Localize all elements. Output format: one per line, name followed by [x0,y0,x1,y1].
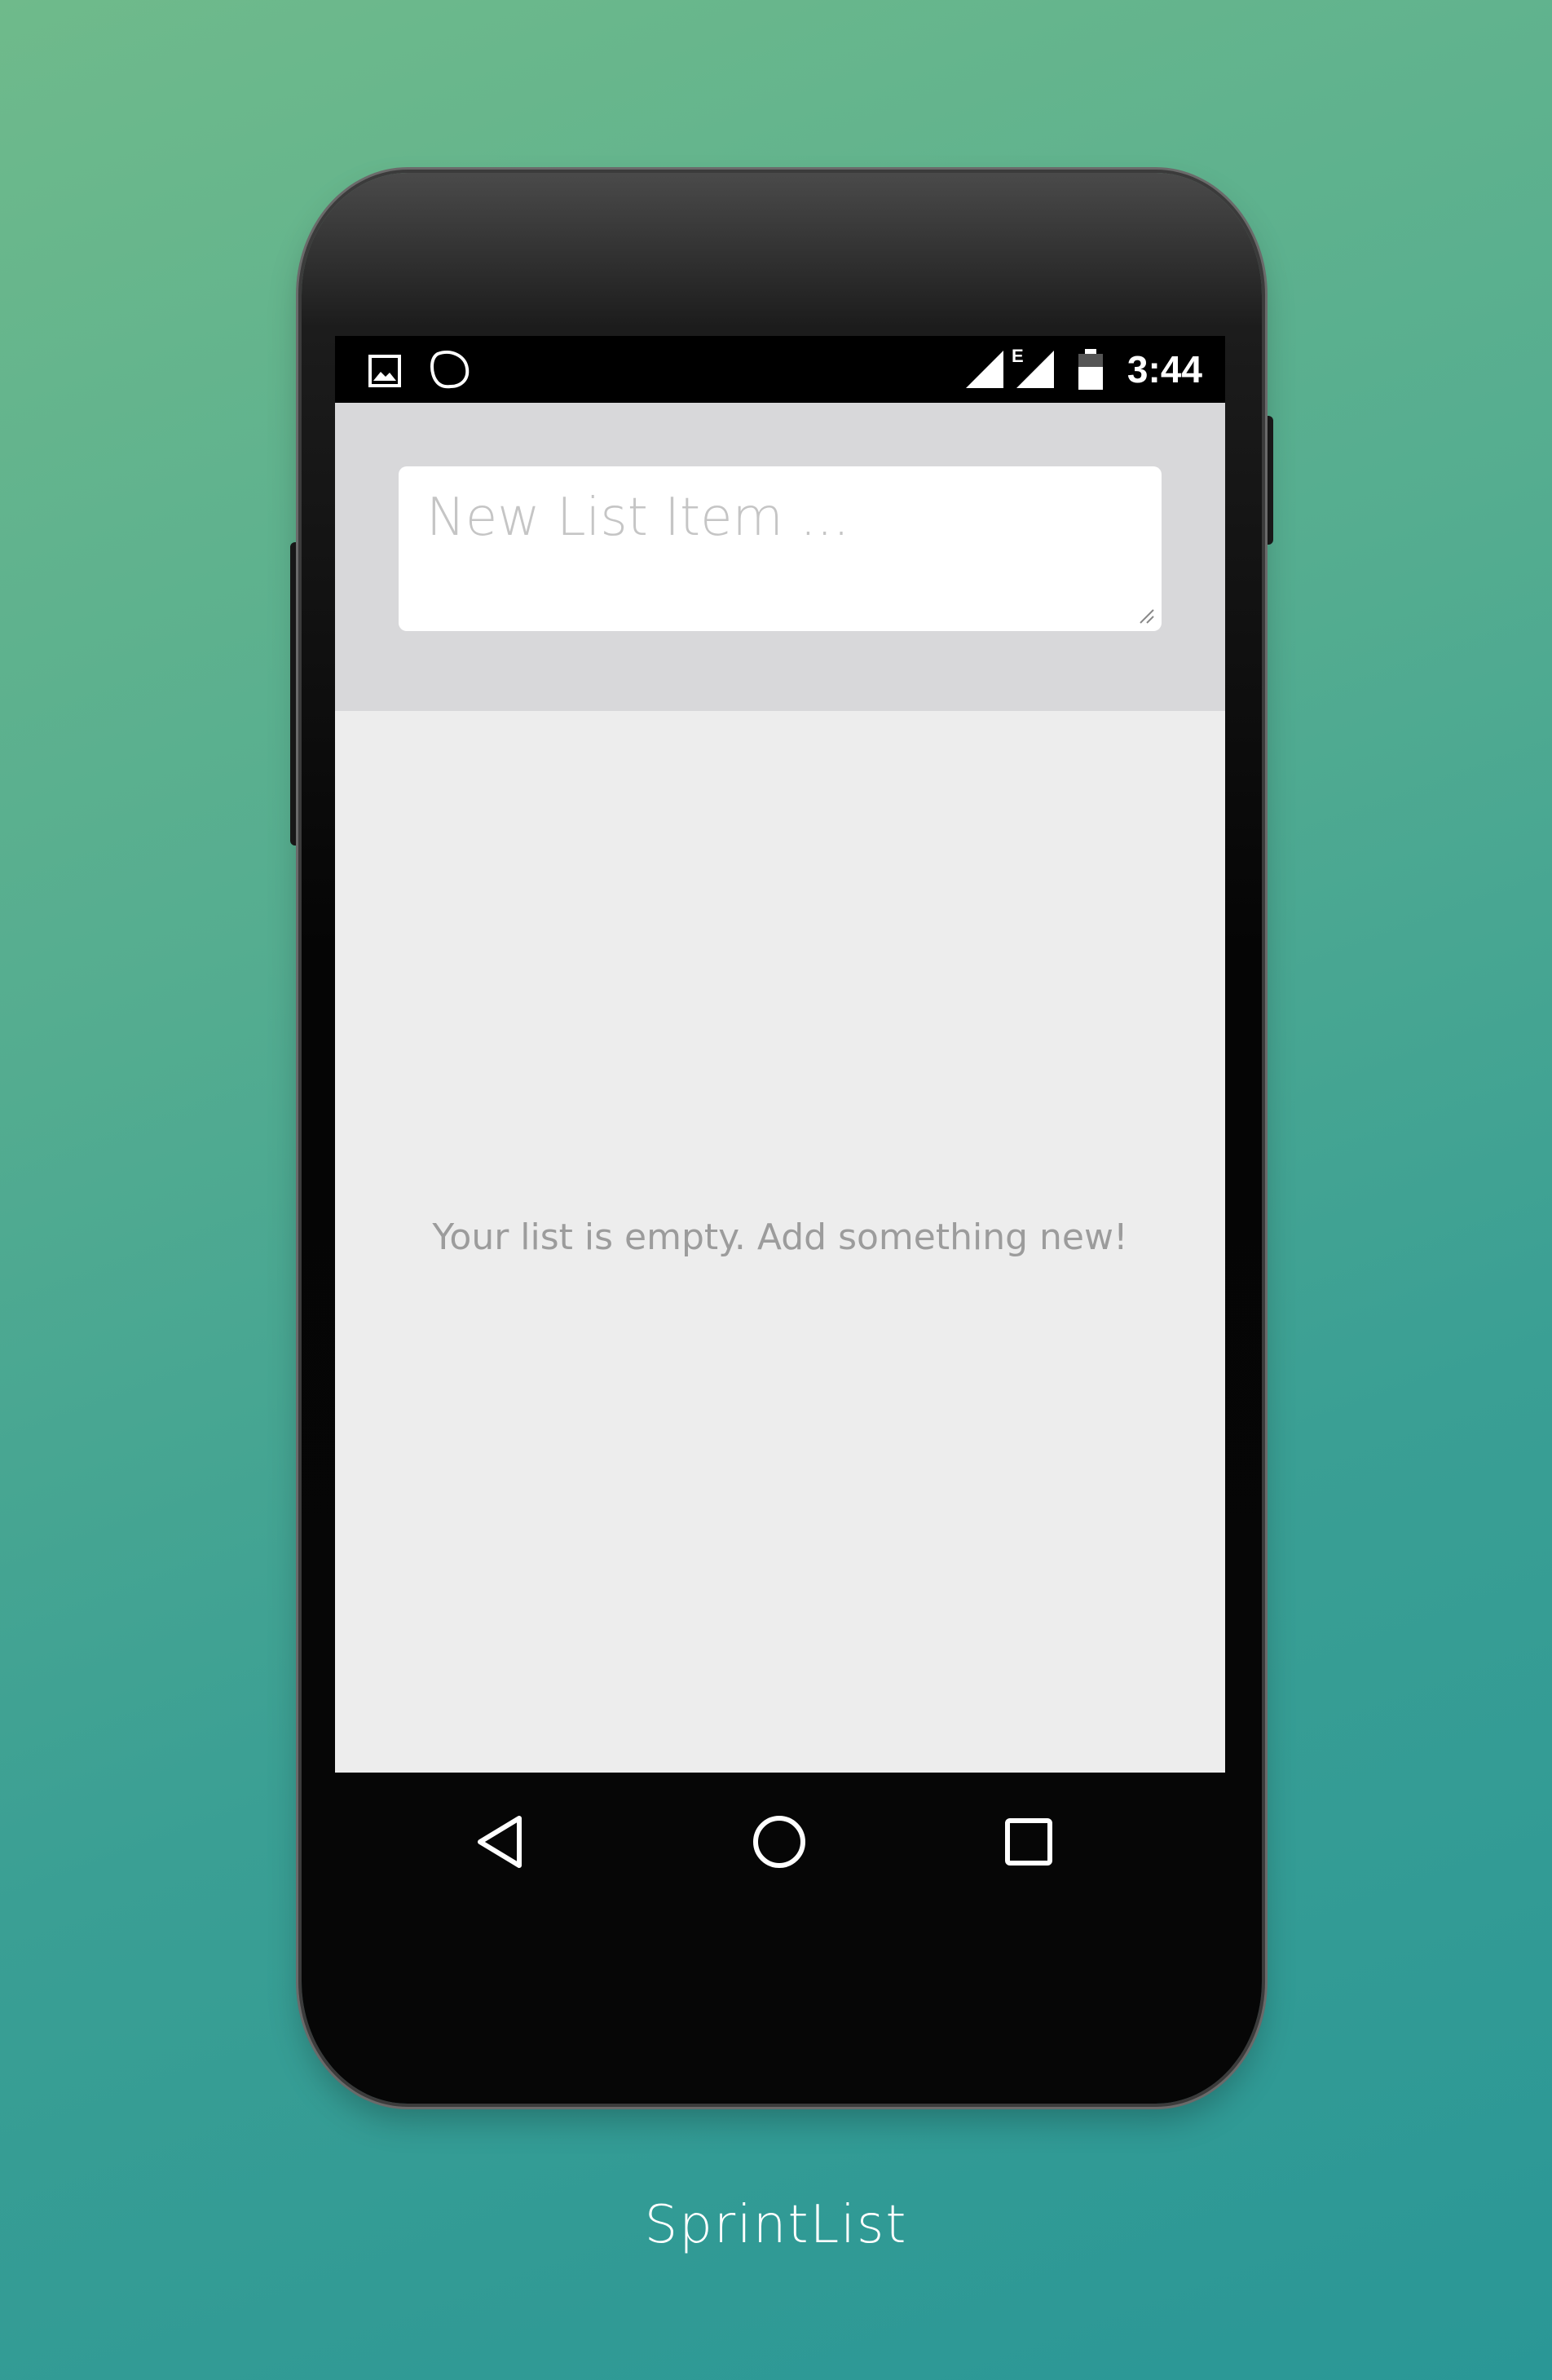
signal-strength-icon [966,351,1003,388]
status-clock: 3:44 [1127,348,1202,391]
resize-grip-icon[interactable] [1137,607,1155,625]
empty-list-message: Your list is empty. Add something new! [432,1216,1128,1258]
back-button[interactable] [465,1805,539,1879]
new-item-panel [335,403,1225,711]
home-button[interactable] [743,1805,816,1879]
status-bar: E 3:44 [335,336,1225,403]
signal-strength-icon [1016,351,1054,388]
power-button[interactable] [1260,416,1273,545]
app-name-caption: SprintList [644,2195,908,2255]
recents-square-icon [1005,1818,1052,1866]
new-list-item-input[interactable] [399,466,1162,631]
image-notification-icon [368,355,401,387]
battery-icon [1078,349,1103,390]
home-circle-icon [753,1816,805,1868]
recents-button[interactable] [992,1805,1065,1879]
back-triangle-icon [478,1816,522,1868]
hangouts-notification-icon [430,351,470,389]
navigation-bar [335,1773,1225,1910]
app-screen: E 3:44 Your list is empty. Add something… [335,336,1225,1773]
